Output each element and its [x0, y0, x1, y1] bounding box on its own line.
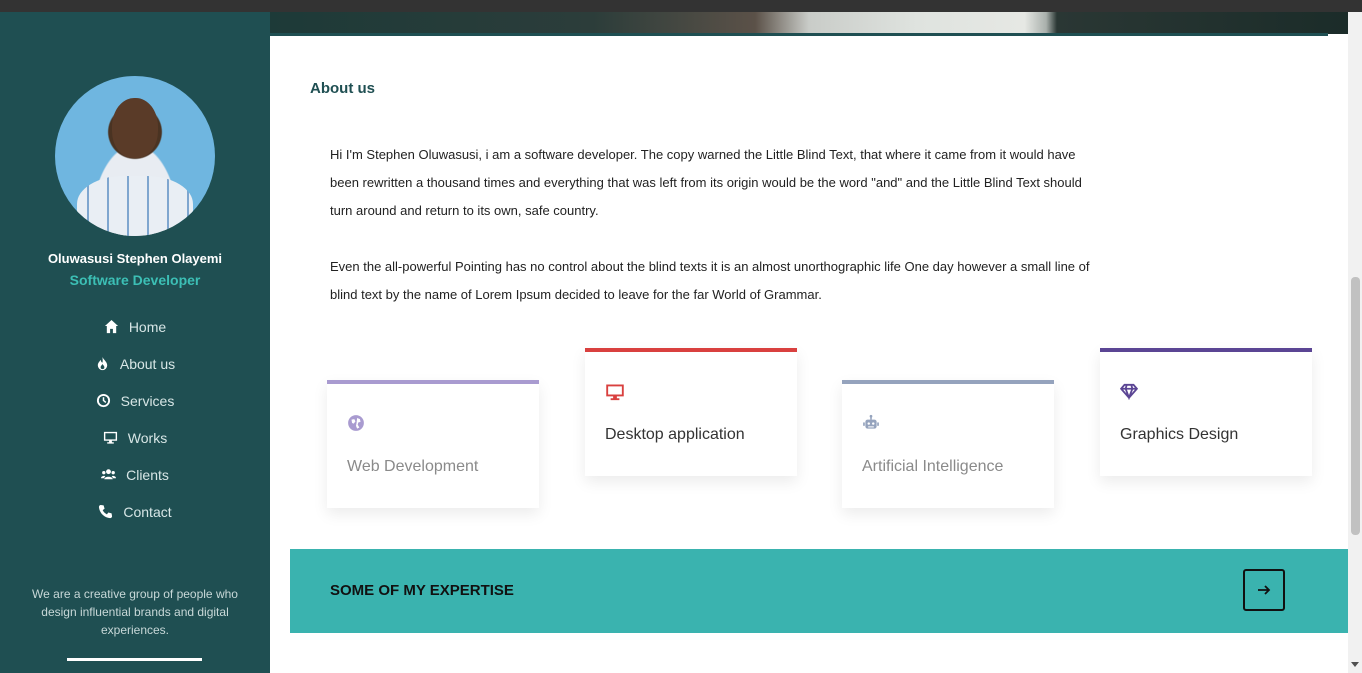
- sidebar-item-label: Works: [127, 429, 168, 446]
- scroll-down-arrow-icon[interactable]: [1351, 662, 1359, 667]
- avatar-face: [112, 98, 158, 158]
- profile-name: Oluwasusi Stephen Olayemi: [47, 251, 223, 266]
- service-card-graphics-design[interactable]: Graphics Design: [1100, 348, 1312, 476]
- card-top-bar: [327, 380, 539, 384]
- card-top-bar: [842, 380, 1054, 384]
- sidebar-item-clients[interactable]: Clients: [0, 456, 270, 493]
- sidebar-item-works[interactable]: Works: [0, 419, 270, 456]
- clock-icon: [96, 393, 110, 408]
- sidebar-divider: [67, 658, 202, 661]
- profile-role: Software Developer: [69, 272, 201, 288]
- sidebar-item-about[interactable]: About us: [0, 345, 270, 382]
- sidebar-item-services[interactable]: Services: [0, 382, 270, 419]
- card-label: Graphics Design: [1120, 426, 1239, 443]
- about-paragraph-2: Even the all-powerful Pointing has no co…: [330, 259, 1090, 302]
- card-label: Web Development: [347, 458, 479, 475]
- service-card-web-development[interactable]: Web Development: [327, 380, 539, 508]
- sidebar-item-label: Contact: [123, 503, 172, 520]
- sidebar: Oluwasusi Stephen Olayemi Software Devel…: [0, 12, 270, 673]
- expertise-banner: SOME OF MY EXPERTISE: [290, 549, 1348, 633]
- card-label: Artificial Intelligence: [862, 458, 1004, 475]
- card-top-bar: [1100, 348, 1312, 352]
- robot-icon: [863, 414, 879, 429]
- sidebar-tagline: We are a creative group of people who de…: [32, 587, 238, 637]
- sidebar-nav: Home About us Services Works Clients Con…: [0, 308, 270, 530]
- avatar: [55, 76, 215, 236]
- desktop-icon: [606, 384, 624, 401]
- scrollbar-thumb[interactable]: [1351, 277, 1360, 535]
- service-card-artificial-intelligence[interactable]: Artificial Intelligence: [842, 380, 1054, 508]
- section-title-about: About us: [310, 80, 375, 97]
- home-icon: [104, 319, 118, 334]
- hero-image: [270, 12, 1348, 34]
- expertise-next-button[interactable]: [1243, 569, 1285, 611]
- sidebar-item-label: Services: [120, 392, 175, 409]
- sidebar-item-home[interactable]: Home: [0, 308, 270, 345]
- page-scrollbar[interactable]: [1348, 12, 1362, 673]
- sidebar-item-label: Home: [128, 318, 167, 335]
- diamond-icon: [1120, 383, 1138, 400]
- desktop-icon: [103, 431, 117, 444]
- about-paragraph-1: Hi I'm Stephen Oluwasusi, i am a softwar…: [330, 147, 1082, 218]
- service-card-desktop-application[interactable]: Desktop application: [585, 348, 797, 476]
- phone-icon: [99, 504, 113, 519]
- arrow-right-icon: [1258, 585, 1271, 595]
- fire-icon: [97, 356, 108, 371]
- card-top-bar: [585, 348, 797, 352]
- sidebar-item-label: About us: [119, 355, 176, 372]
- browser-top-bar: [0, 0, 1362, 12]
- expertise-title: SOME OF MY EXPERTISE: [330, 582, 514, 599]
- sidebar-item-contact[interactable]: Contact: [0, 493, 270, 530]
- card-label: Desktop application: [605, 426, 745, 443]
- globe-icon: [348, 415, 364, 431]
- hero-bottom-border: [270, 33, 1328, 36]
- users-icon: [101, 469, 117, 480]
- avatar-shirt: [77, 176, 193, 236]
- sidebar-item-label: Clients: [126, 466, 169, 483]
